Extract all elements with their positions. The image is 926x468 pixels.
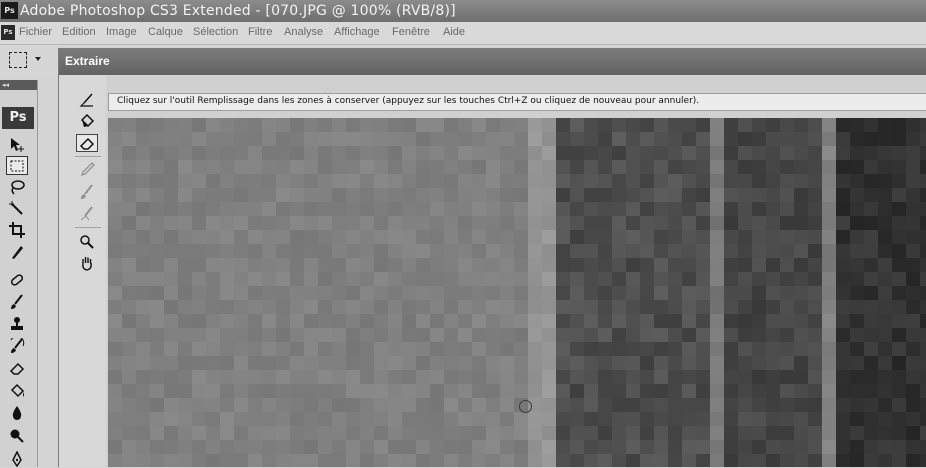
dialog-title: Extraire (65, 54, 110, 68)
menu-bar: Ps Fichier Edition Image Calque Sélectio… (0, 22, 926, 45)
photoshop-app-icon[interactable]: Ps (1, 2, 18, 19)
toolbox-panel: ◂◂ Ps (0, 80, 38, 467)
instruction-text: Cliquez sur l'outil Remplissage dans les… (117, 96, 700, 106)
document-ps-icon[interactable]: Ps (1, 25, 15, 40)
menu-analyse[interactable]: Analyse (284, 26, 323, 38)
options-bar (0, 45, 58, 75)
edge-highlighter-icon[interactable] (76, 92, 98, 110)
lasso-icon[interactable] (6, 177, 28, 196)
image-preview-pixels (108, 118, 926, 467)
menu-affichage[interactable]: Affichage (334, 26, 380, 38)
zoom-icon[interactable] (76, 233, 98, 251)
rectangular-marquee-icon[interactable] (6, 156, 28, 175)
menu-fichier[interactable]: Fichier (19, 26, 52, 38)
brush-icon[interactable] (6, 292, 28, 311)
toolbar-divider (75, 156, 101, 157)
eyedropper-icon[interactable] (76, 161, 98, 179)
toolbox-collapse-bar[interactable]: ◂◂ (0, 80, 37, 90)
eraser-icon[interactable] (6, 358, 28, 377)
magic-wand-icon[interactable] (6, 199, 28, 218)
pen-icon[interactable] (6, 449, 28, 468)
tool-preset-marquee-icon[interactable] (9, 52, 27, 68)
extract-dialog: Extraire Cliquez sur l'outil Remplissage… (58, 48, 926, 467)
menu-selection[interactable]: Sélection (193, 26, 238, 38)
healing-brush-icon[interactable] (6, 270, 28, 289)
blur-icon[interactable] (6, 403, 28, 422)
toolbar-divider (75, 227, 101, 228)
menu-edition[interactable]: Edition (62, 26, 96, 38)
menu-fenetre[interactable]: Fenêtre (392, 26, 430, 38)
window-title: Adobe Photoshop CS3 Extended - [070.JPG … (20, 3, 456, 19)
edge-touchup-icon[interactable] (76, 205, 98, 223)
menu-calque[interactable]: Calque (148, 26, 183, 38)
crop-icon[interactable] (6, 220, 28, 239)
dodge-icon[interactable] (6, 426, 28, 445)
menu-aide[interactable]: Aide (443, 26, 465, 38)
photoshop-logo[interactable]: Ps (2, 107, 34, 129)
brush-cursor-icon (519, 400, 532, 413)
paint-bucket-icon[interactable] (6, 381, 28, 400)
hand-icon[interactable] (76, 254, 98, 272)
menu-image[interactable]: Image (106, 26, 137, 38)
fill-icon[interactable] (76, 112, 98, 130)
slice-icon[interactable] (6, 242, 28, 261)
clone-stamp-icon[interactable] (6, 314, 28, 333)
eraser-icon[interactable] (76, 134, 98, 152)
dialog-title-bar[interactable]: Extraire (59, 48, 926, 75)
instruction-bar: Cliquez sur l'outil Remplissage dans les… (108, 93, 926, 111)
extract-tools-panel (59, 75, 106, 467)
history-brush-icon[interactable] (6, 336, 28, 355)
image-preview-canvas[interactable] (108, 118, 926, 467)
window-title-bar: Ps Adobe Photoshop CS3 Extended - [070.J… (0, 0, 926, 22)
move-tool-icon[interactable] (6, 135, 28, 154)
cleanup-icon[interactable] (76, 183, 98, 201)
menu-filtre[interactable]: Filtre (248, 26, 272, 38)
tool-preset-dropdown-arrow-icon[interactable] (35, 57, 41, 61)
